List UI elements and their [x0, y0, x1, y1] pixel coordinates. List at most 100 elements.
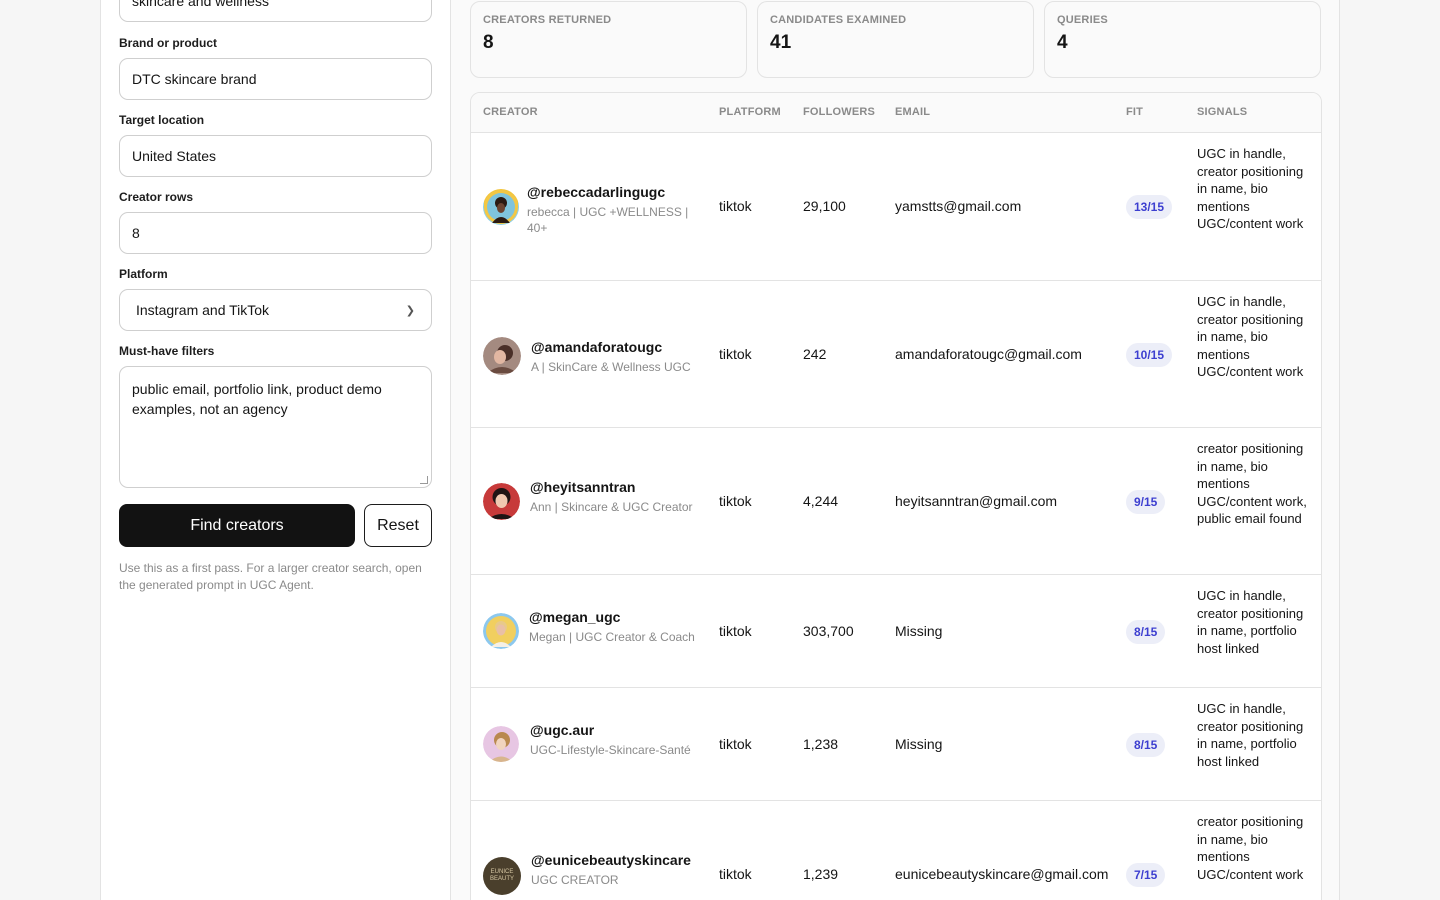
- platform-cell: tiktok: [719, 346, 752, 362]
- platform-cell: tiktok: [719, 623, 752, 639]
- email-cell[interactable]: amandaforatougc@gmail.com: [895, 346, 1082, 362]
- followers-cell: 4,244: [803, 493, 839, 509]
- avatar-image: [483, 613, 519, 649]
- avatar-image: [483, 483, 520, 520]
- followers-cell: 1,239: [803, 866, 839, 882]
- creator-info: @eunicebeautyskincare UGC CREATOR: [531, 851, 721, 888]
- avatar: [483, 613, 519, 649]
- filters-value: public email, portfolio link, product de…: [132, 381, 382, 417]
- filters-textarea[interactable]: public email, portfolio link, product de…: [119, 366, 432, 488]
- column-header-creator: Creator: [483, 106, 538, 118]
- avatar-image: [483, 726, 519, 762]
- email-cell[interactable]: yamstts@gmail.com: [895, 198, 1021, 214]
- rows-field[interactable]: 8: [119, 212, 432, 254]
- app-shell: skincare and wellness Brand or product D…: [100, 0, 1340, 900]
- stat-value: 41: [770, 32, 792, 53]
- fit-score-badge: 8/15: [1126, 620, 1166, 644]
- table-row[interactable]: @rebeccadarlingugc rebecca | UGC +WELLNE…: [471, 133, 1321, 281]
- hint-text: Use this as a first pass. For a larger c…: [119, 561, 422, 592]
- creator-info: @megan_ugc Megan | UGC Creator & Coach: [529, 608, 699, 645]
- table-row[interactable]: @heyitsanntran Ann | Skincare & UGC Crea…: [471, 428, 1321, 575]
- column-header-email: Email: [895, 106, 931, 118]
- platform-value: Instagram and TikTok: [136, 302, 270, 318]
- rows-value: 8: [132, 225, 140, 241]
- creator-handle[interactable]: @rebeccadarlingugc: [527, 183, 697, 201]
- email-cell: Missing: [895, 623, 943, 639]
- platform-select[interactable]: Instagram and TikTok ❯: [119, 289, 432, 331]
- creators-table: Creator Platform Followers Email Fit Sig…: [470, 92, 1322, 900]
- platform-label: Platform: [119, 267, 168, 281]
- creator-handle[interactable]: @heyitsanntran: [530, 478, 700, 496]
- creator-bio: A | SkinCare & Wellness UGC: [531, 360, 691, 374]
- rows-label: Creator rows: [119, 190, 194, 204]
- creator-handle[interactable]: @ugc.aur: [530, 721, 700, 739]
- creator-bio: Megan | UGC Creator & Coach: [529, 630, 695, 644]
- table-row[interactable]: @megan_ugc Megan | UGC Creator & Coach t…: [471, 575, 1321, 688]
- creator-bio: rebecca | UGC +WELLNESS | 40+: [527, 205, 689, 235]
- find-creators-button[interactable]: Find creators: [119, 504, 355, 547]
- stat-label: Creators returned: [483, 14, 612, 26]
- avatar-image: [483, 337, 521, 375]
- signals-cell: UGC in handle, creator positioning in na…: [1197, 701, 1304, 769]
- location-label: Target location: [119, 113, 205, 127]
- platform-cell: tiktok: [719, 198, 752, 214]
- stat-card-queries: Queries 4: [1044, 1, 1321, 78]
- avatar: [483, 337, 521, 375]
- fit-score-badge: 9/15: [1126, 490, 1166, 514]
- signals-cell: creator positioning in name, bio mention…: [1197, 814, 1304, 882]
- niche-value: skincare and wellness: [132, 0, 269, 9]
- results-panel: Creators returned 8 Candidates examined …: [451, 0, 1339, 900]
- followers-cell: 303,700: [803, 623, 854, 639]
- table-row[interactable]: EUNICE BEAUTY @eunicebeautyskincare UGC …: [471, 801, 1321, 900]
- followers-cell: 242: [803, 346, 827, 362]
- creator-handle[interactable]: @megan_ugc: [529, 608, 699, 626]
- table-row[interactable]: @ugc.aur UGC-Lifestyle-Skincare-Santé ti…: [471, 688, 1321, 801]
- avatar: [483, 726, 519, 762]
- column-header-fit: Fit: [1126, 106, 1144, 118]
- creator-handle[interactable]: @eunicebeautyskincare: [531, 851, 721, 869]
- stat-card-creators-returned: Creators returned 8: [470, 1, 747, 78]
- avatar: EUNICE BEAUTY: [483, 857, 521, 895]
- stat-label: Candidates examined: [770, 14, 907, 26]
- location-field[interactable]: United States: [119, 135, 432, 177]
- niche-field[interactable]: skincare and wellness: [119, 0, 432, 22]
- brand-field[interactable]: DTC skincare brand: [119, 58, 432, 100]
- signals-cell: UGC in handle, creator positioning in na…: [1197, 146, 1304, 231]
- brand-value: DTC skincare brand: [132, 71, 257, 87]
- fit-score-badge: 8/15: [1126, 733, 1166, 757]
- avatar-logo-text: EUNICE BEAUTY: [489, 869, 514, 882]
- filters-label: Must-have filters: [119, 344, 215, 358]
- column-header-followers: Followers: [803, 106, 876, 118]
- email-cell[interactable]: eunicebeautyskincare@gmail.com: [895, 866, 1108, 882]
- creator-info: @rebeccadarlingugc rebecca | UGC +WELLNE…: [527, 183, 697, 236]
- stat-label: Queries: [1057, 14, 1108, 26]
- location-value: United States: [132, 148, 217, 164]
- creator-bio: UGC-Lifestyle-Skincare-Santé: [530, 743, 691, 757]
- fit-score-badge: 13/15: [1126, 195, 1173, 219]
- fit-score-badge: 10/15: [1126, 343, 1173, 367]
- reset-button[interactable]: Reset: [364, 504, 432, 547]
- signals-cell: UGC in handle, creator positioning in na…: [1197, 588, 1304, 656]
- platform-cell: tiktok: [719, 866, 752, 882]
- table-header: Creator Platform Followers Email Fit Sig…: [471, 93, 1321, 133]
- followers-cell: 1,238: [803, 736, 839, 752]
- avatar: [483, 483, 520, 520]
- creator-info: @amandaforatougc A | SkinCare & Wellness…: [531, 338, 701, 375]
- avatar-image: [484, 190, 518, 224]
- creator-info: @ugc.aur UGC-Lifestyle-Skincare-Santé: [530, 721, 700, 758]
- creator-bio: UGC CREATOR: [531, 873, 619, 887]
- resize-handle-icon[interactable]: [420, 476, 428, 484]
- platform-cell: tiktok: [719, 493, 752, 509]
- followers-cell: 29,100: [803, 198, 846, 214]
- creator-info: @heyitsanntran Ann | Skincare & UGC Crea…: [530, 478, 700, 515]
- stat-card-candidates-examined: Candidates examined 41: [757, 1, 1034, 78]
- avatar: [483, 189, 519, 225]
- brand-label: Brand or product: [119, 36, 217, 50]
- table-row[interactable]: @amandaforatougc A | SkinCare & Wellness…: [471, 281, 1321, 428]
- creator-handle[interactable]: @amandaforatougc: [531, 338, 701, 356]
- signals-cell: UGC in handle, creator positioning in na…: [1197, 294, 1304, 379]
- email-cell[interactable]: heyitsanntran@gmail.com: [895, 493, 1057, 509]
- email-cell: Missing: [895, 736, 943, 752]
- platform-cell: tiktok: [719, 736, 752, 752]
- search-form-panel: skincare and wellness Brand or product D…: [101, 0, 451, 900]
